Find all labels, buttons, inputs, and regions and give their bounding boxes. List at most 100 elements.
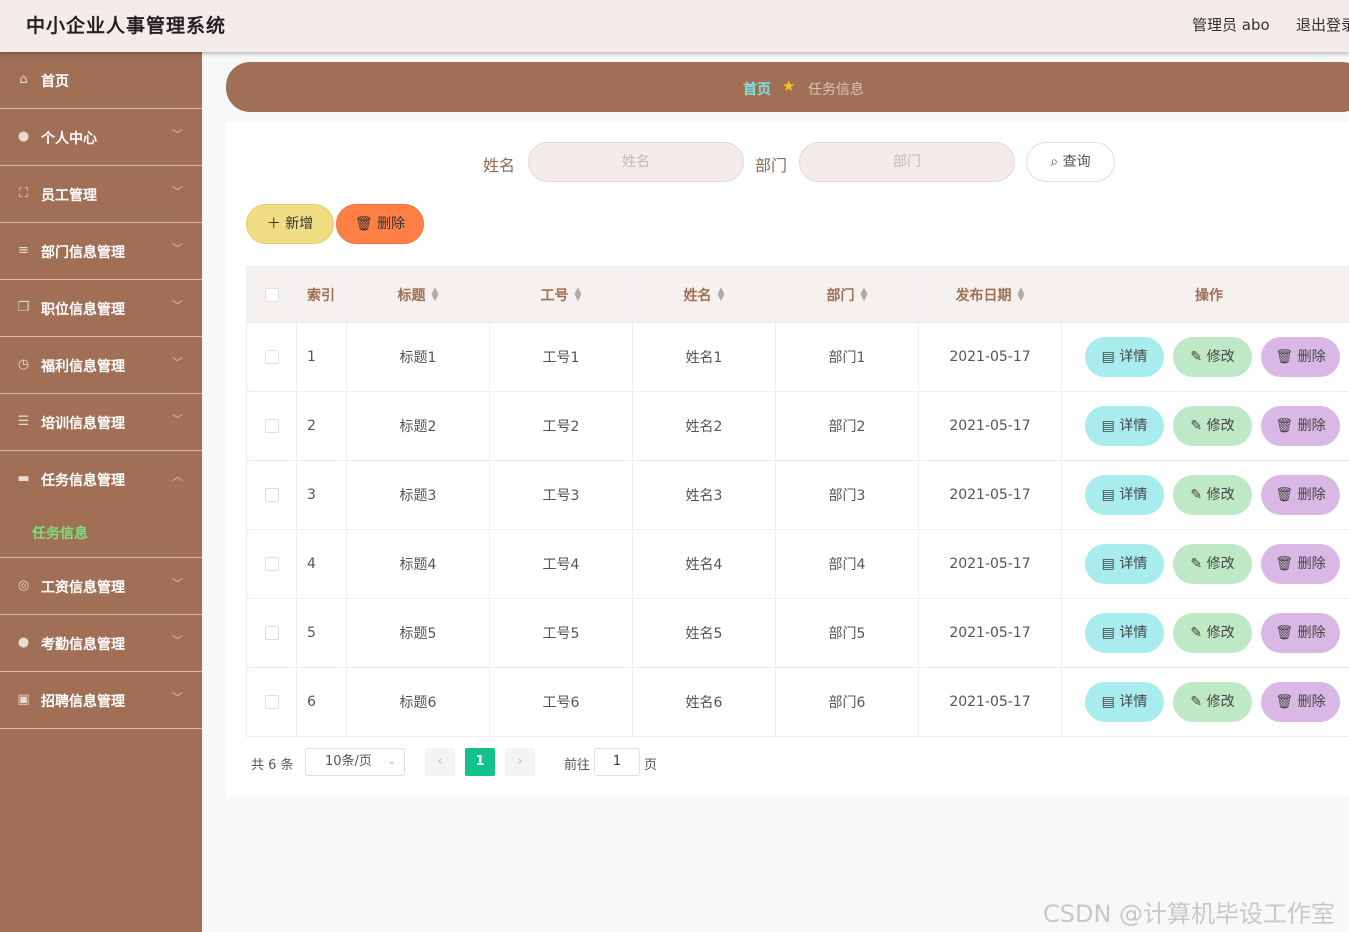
trash-icon: 🗑︎ bbox=[1275, 556, 1298, 572]
logout-link[interactable]: 退出登录 bbox=[1296, 14, 1349, 35]
table-cell: 工号4 bbox=[490, 530, 633, 598]
actions-cell: ▤ 详情 ✎ 修改 🗑︎ 删除 bbox=[1062, 530, 1349, 598]
cell-value: 姓名4 bbox=[685, 557, 723, 573]
table-cell: 3 bbox=[297, 461, 347, 529]
cell-value: 2021-05-17 bbox=[949, 556, 1031, 572]
task-table: 索引 标题 ▲ ▼ 工号 ▲ ▼ 姓名 ▲ ▼ 部门 ▲ ▼ 发布日期 ▲ ▼ 操作 1 标题1 工号1 姓名1 部门1 2… bbox=[246, 266, 1349, 737]
edit-button[interactable]: ✎ 修改 bbox=[1173, 544, 1252, 584]
sidebar-subitem-task-info[interactable]: 任务信息 bbox=[32, 523, 88, 543]
page-size-select[interactable]: 10条/页 ⌄ bbox=[305, 748, 405, 776]
sidebar-item[interactable]: ☰ 培训信息管理 ﹀ bbox=[0, 394, 202, 451]
detail-button[interactable]: ▤ 详情 bbox=[1085, 475, 1164, 515]
edit-button[interactable]: ✎ 修改 bbox=[1173, 613, 1252, 653]
page-number-1[interactable]: 1 bbox=[465, 748, 495, 776]
sidebar-item-label: 员工管理 bbox=[41, 188, 97, 204]
sidebar-item-label: 培训信息管理 bbox=[41, 416, 125, 432]
sidebar-item[interactable]: ◎ 工资信息管理 ﹀ bbox=[0, 558, 202, 615]
header-cell bbox=[247, 267, 297, 322]
name-search-input[interactable]: 姓名 bbox=[528, 142, 744, 182]
detail-button[interactable]: ▤ 详情 bbox=[1085, 544, 1164, 584]
table-cell bbox=[247, 668, 297, 736]
detail-button[interactable]: ▤ 详情 bbox=[1085, 613, 1164, 653]
edit-button[interactable]: ✎ 修改 bbox=[1173, 337, 1252, 377]
sidebar-item[interactable]: ▣ 招聘信息管理 ﹀ bbox=[0, 672, 202, 729]
query-button[interactable]: ⌕ 查询 bbox=[1026, 142, 1115, 182]
sort-icon[interactable]: ▲ ▼ bbox=[1018, 286, 1025, 302]
breadcrumb-home[interactable]: 首页 bbox=[743, 79, 771, 99]
cell-value: 标题5 bbox=[399, 626, 437, 642]
delete-button[interactable]: 🗑︎ 删除 bbox=[1261, 406, 1340, 446]
delete-button[interactable]: 🗑︎ 删除 bbox=[1261, 682, 1340, 722]
trash-icon: 🗑︎ bbox=[354, 216, 373, 232]
document-icon: ▤ bbox=[1101, 694, 1120, 710]
row-checkbox[interactable] bbox=[264, 488, 279, 502]
detail-button[interactable]: ▤ 详情 bbox=[1085, 406, 1164, 446]
sidebar-item[interactable]: ❐ 职位信息管理 ﹀ bbox=[0, 280, 202, 337]
chevron-right-icon: › bbox=[517, 754, 523, 769]
chevron-down-icon: ⌄ bbox=[387, 756, 396, 767]
sort-icon[interactable]: ▲ ▼ bbox=[861, 286, 868, 302]
table-cell: 2021-05-17 bbox=[919, 668, 1062, 736]
chevron-down-icon: ﹀ bbox=[172, 413, 183, 426]
cell-value: 4 bbox=[307, 556, 316, 572]
delete-button[interactable]: 🗑︎ 删除 bbox=[1261, 613, 1340, 653]
sidebar-item[interactable]: ⌂ 首页 bbox=[0, 52, 202, 109]
table-cell: 标题6 bbox=[347, 668, 490, 736]
row-checkbox[interactable] bbox=[264, 626, 279, 640]
delete-button-label: 删除 bbox=[1297, 556, 1326, 572]
sidebar-item[interactable]: ● 个人中心 ﹀ bbox=[0, 109, 202, 166]
detail-button[interactable]: ▤ 详情 bbox=[1085, 337, 1164, 377]
query-label: 查询 bbox=[1062, 154, 1091, 170]
cell-value: 2021-05-17 bbox=[949, 418, 1031, 434]
cell-value: 工号3 bbox=[542, 488, 580, 504]
edit-button[interactable]: ✎ 修改 bbox=[1173, 406, 1252, 446]
chart-icon: ▣ bbox=[17, 692, 30, 707]
row-checkbox[interactable] bbox=[264, 557, 279, 571]
table-cell: 2021-05-17 bbox=[919, 599, 1062, 667]
sort-icon[interactable]: ▲ ▼ bbox=[718, 286, 725, 302]
delete-button[interactable]: 🗑︎ 删除 bbox=[1261, 475, 1340, 515]
cell-value: 部门4 bbox=[828, 557, 866, 573]
prev-page-button[interactable]: ‹ bbox=[425, 748, 455, 776]
cell-value: 2021-05-17 bbox=[949, 487, 1031, 503]
sidebar-item[interactable]: ≡ 部门信息管理 ﹀ bbox=[0, 223, 202, 280]
detail-button-label: 详情 bbox=[1119, 694, 1148, 710]
header-cell[interactable]: 姓名 ▲ ▼ bbox=[633, 267, 776, 322]
edit-button[interactable]: ✎ 修改 bbox=[1173, 682, 1252, 722]
row-checkbox[interactable] bbox=[264, 419, 279, 433]
sort-icon[interactable]: ▲ ▼ bbox=[432, 286, 439, 302]
sidebar-item[interactable]: ⛶ 员工管理 ﹀ bbox=[0, 166, 202, 223]
table-cell: 姓名1 bbox=[633, 323, 776, 391]
header-cell[interactable]: 部门 ▲ ▼ bbox=[776, 267, 919, 322]
sidebar-item[interactable]: ▬ 任务信息管理 ︿ 任务信息 bbox=[0, 451, 202, 558]
delete-button-label: 删除 bbox=[1297, 487, 1326, 503]
cell-value: 姓名2 bbox=[685, 419, 723, 435]
sidebar-item-label: 考勤信息管理 bbox=[41, 637, 125, 653]
delete-button[interactable]: 🗑︎ 删除 bbox=[1261, 544, 1340, 584]
header-cell[interactable]: 工号 ▲ ▼ bbox=[490, 267, 633, 322]
pencil-icon: ✎ bbox=[1190, 487, 1207, 503]
table-cell: 2021-05-17 bbox=[919, 323, 1062, 391]
detail-button[interactable]: ▤ 详情 bbox=[1085, 682, 1164, 722]
add-button[interactable]: ＋ 新增 bbox=[246, 204, 334, 244]
document-icon: ▤ bbox=[1101, 349, 1120, 365]
sidebar-item-label: 部门信息管理 bbox=[41, 245, 125, 261]
sort-icon[interactable]: ▲ ▼ bbox=[575, 286, 582, 302]
edit-button-label: 修改 bbox=[1206, 487, 1235, 503]
sidebar-item[interactable]: ● 考勤信息管理 ﹀ bbox=[0, 615, 202, 672]
header-cell[interactable]: 标题 ▲ ▼ bbox=[347, 267, 490, 322]
delete-button[interactable]: 🗑︎ 删除 bbox=[1261, 337, 1340, 377]
dept-search-input[interactable]: 部门 bbox=[799, 142, 1015, 182]
row-checkbox[interactable] bbox=[264, 695, 279, 709]
sidebar-item[interactable]: ◷ 福利信息管理 ﹀ bbox=[0, 337, 202, 394]
sidebar-item-label: 福利信息管理 bbox=[41, 359, 125, 375]
row-checkbox[interactable] bbox=[264, 350, 279, 364]
list-icon: ☰ bbox=[17, 414, 30, 429]
chevron-down-icon: ﹀ bbox=[172, 242, 183, 255]
next-page-button[interactable]: › bbox=[505, 748, 535, 776]
select-all-checkbox[interactable] bbox=[264, 287, 279, 302]
batch-delete-button[interactable]: 🗑︎ 删除 bbox=[336, 204, 424, 244]
goto-page-input[interactable]: 1 bbox=[594, 748, 640, 776]
header-cell[interactable]: 发布日期 ▲ ▼ bbox=[919, 267, 1062, 322]
edit-button[interactable]: ✎ 修改 bbox=[1173, 475, 1252, 515]
